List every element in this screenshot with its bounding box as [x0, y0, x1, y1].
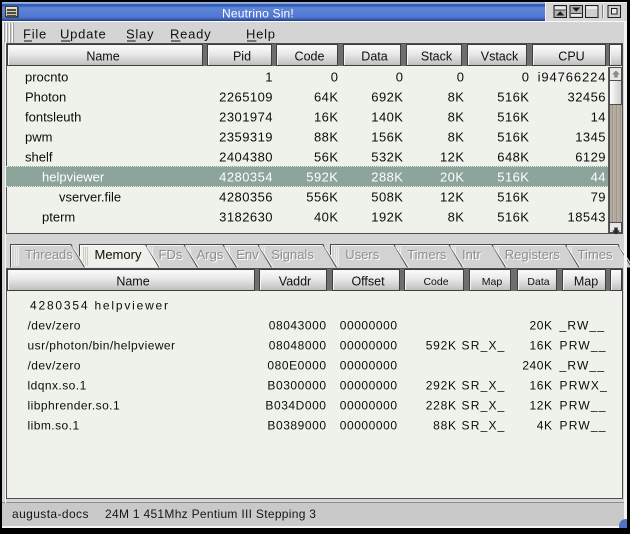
svg-text:Timers: Timers — [407, 247, 447, 262]
svg-text:Intr: Intr — [462, 247, 481, 262]
svg-text:Env: Env — [236, 247, 259, 262]
svg-text:Registers: Registers — [505, 247, 560, 262]
svg-text:Users: Users — [345, 247, 379, 262]
svg-text:Args: Args — [197, 247, 224, 262]
svg-text:Memory: Memory — [95, 247, 142, 262]
svg-text:Signals: Signals — [271, 247, 314, 262]
svg-text:FDs: FDs — [159, 247, 183, 262]
svg-text:Threads: Threads — [25, 247, 73, 262]
svg-text:Times: Times — [578, 247, 613, 262]
